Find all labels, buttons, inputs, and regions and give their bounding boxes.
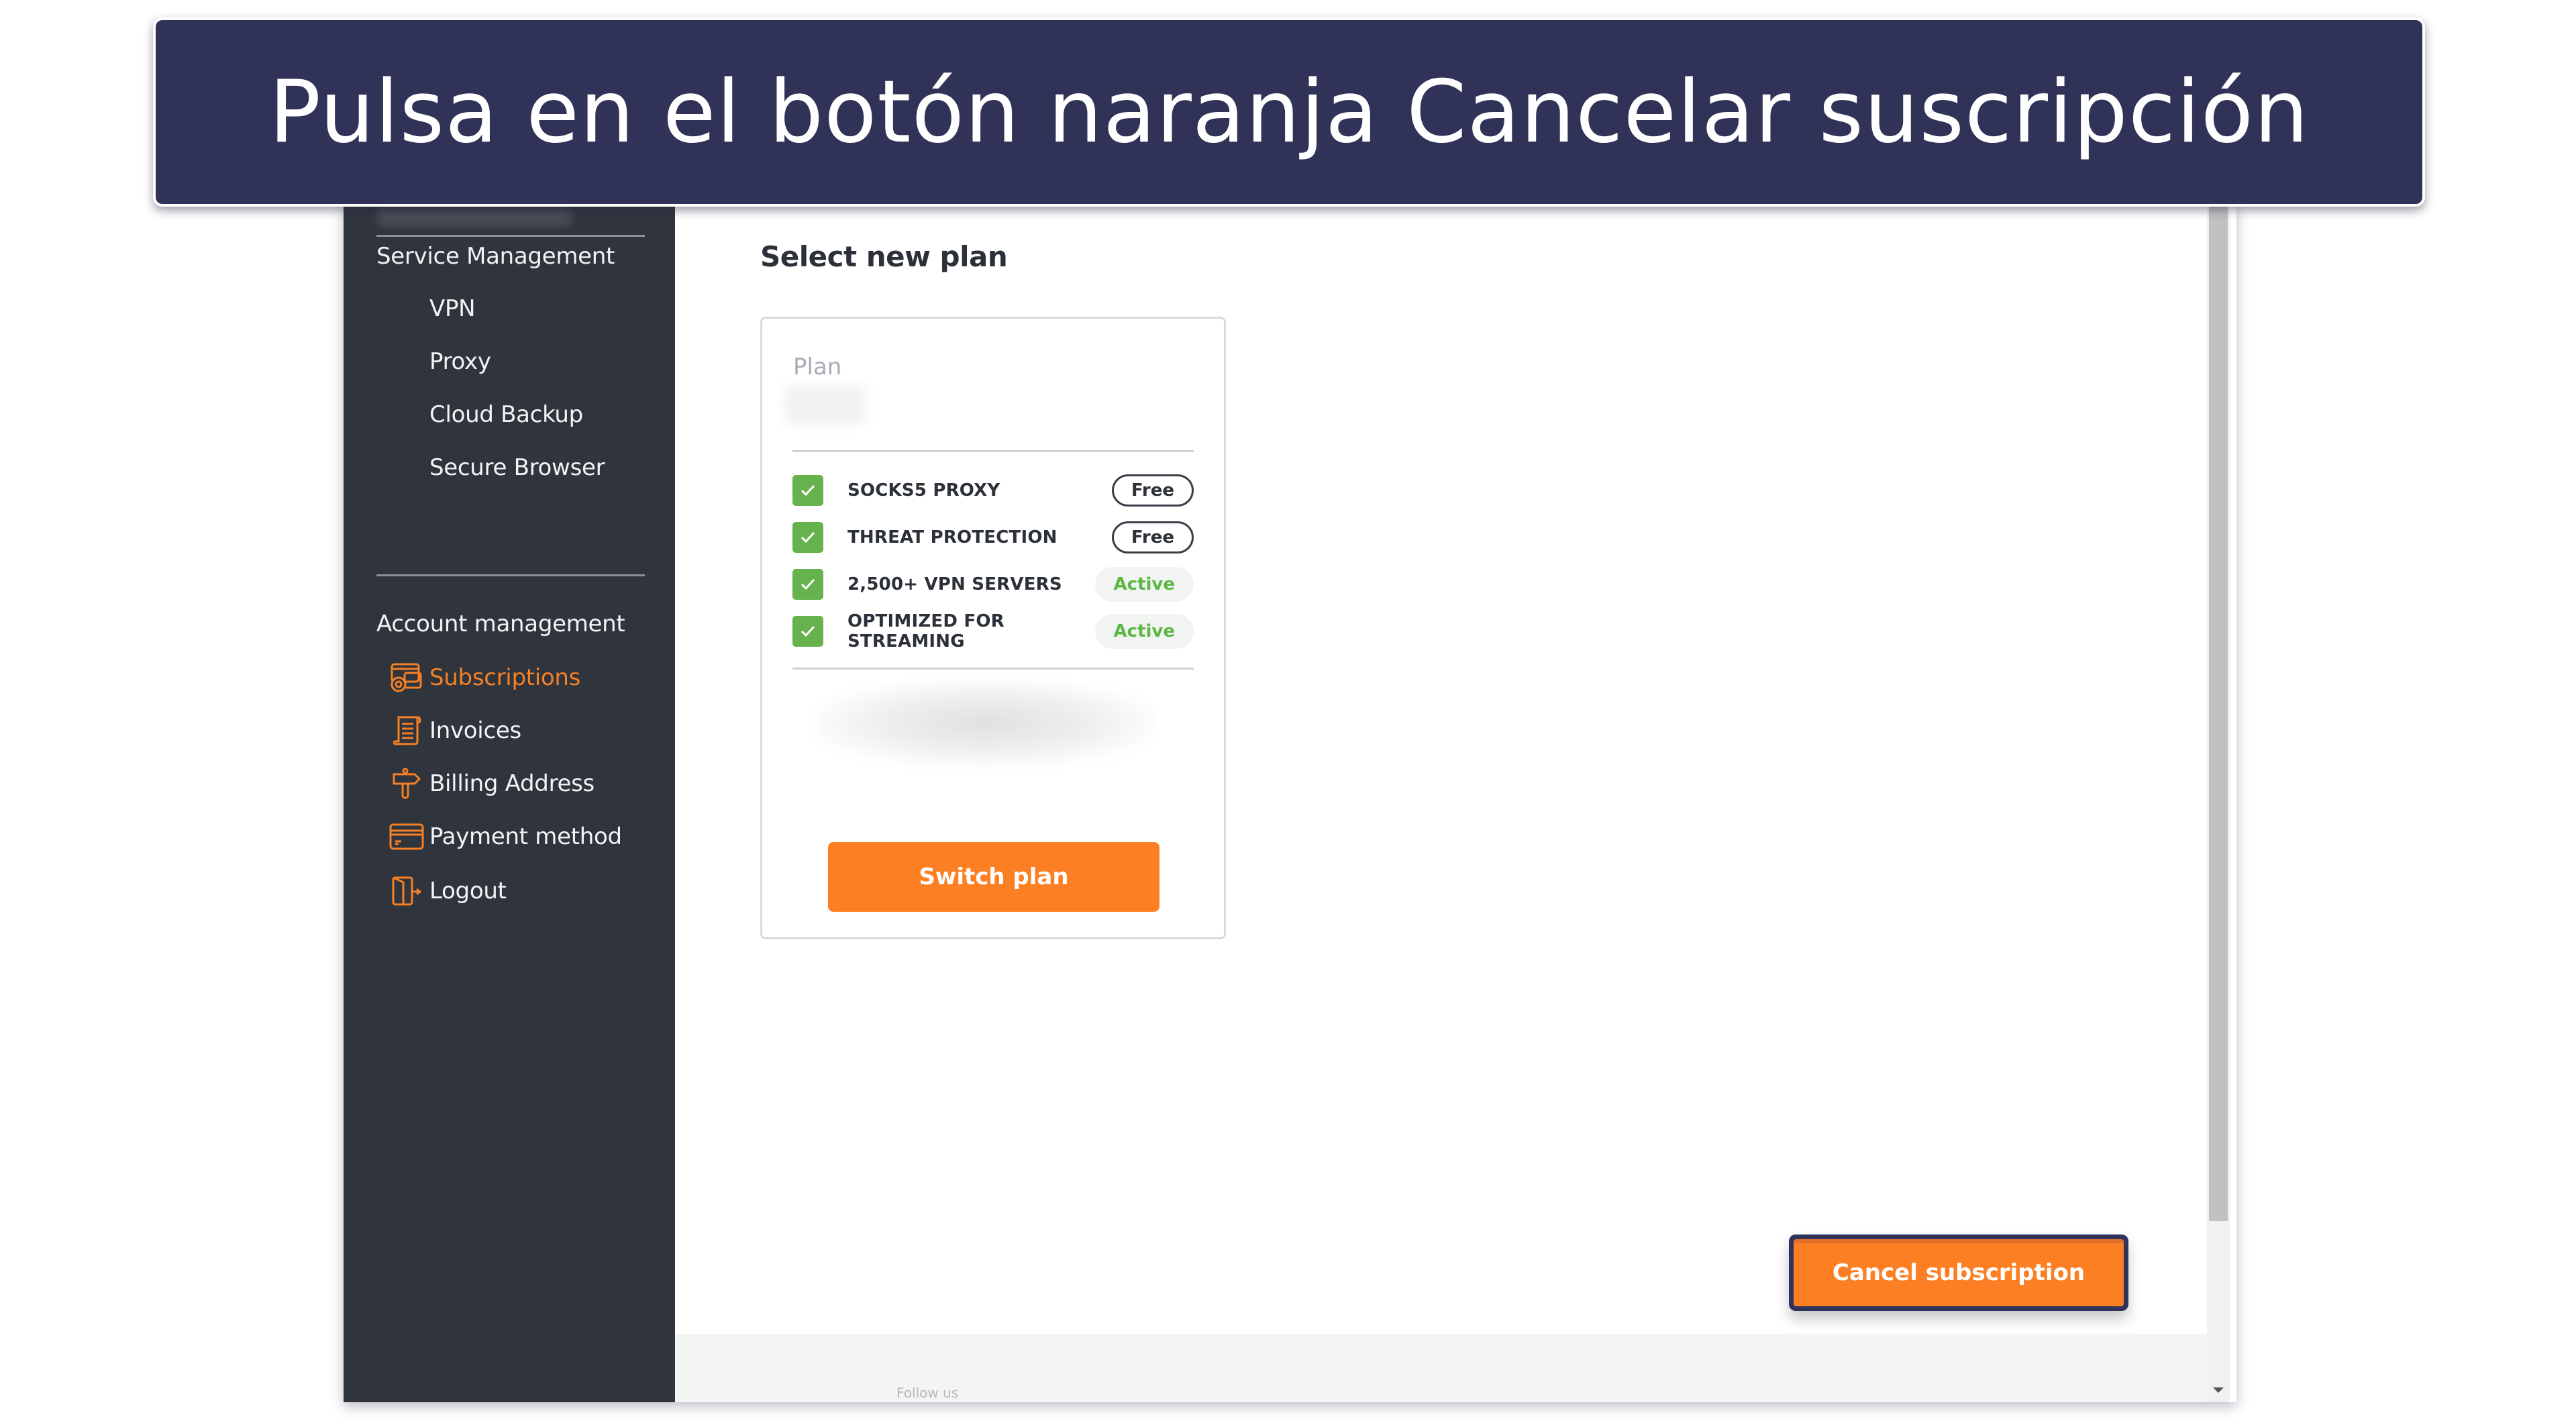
checkmark-icon [792,616,823,647]
feature-row: SOCKS5 PROXY Free [792,472,1194,509]
instruction-banner: Pulsa en el botón naranja Cancelar suscr… [153,17,2425,207]
cancel-subscription-highlight: Cancel subscription [1789,1234,2128,1311]
sidebar: Service Management VPN Proxy Cloud Backu… [344,201,675,1402]
plan-label: Plan [793,354,842,380]
subscriptions-icon [388,659,425,696]
feature-row: OPTIMIZED FOR STREAMING Active [792,611,1194,651]
checkmark-icon [792,522,823,553]
active-badge: Active [1094,614,1194,649]
signpost-icon [388,765,425,802]
sidebar-item-invoices[interactable]: Invoices [388,710,521,751]
service-management-heading: Service Management [376,243,615,270]
instruction-text: Pulsa en el botón naranja Cancelar suscr… [268,62,2310,162]
free-badge: Free [1111,474,1194,507]
cancel-subscription-button[interactable]: Cancel subscription [1794,1239,2124,1306]
sidebar-item-billing-address[interactable]: Billing Address [388,764,595,804]
sidebar-item-label: Payment method [429,823,622,850]
blurred-price [817,681,1153,766]
sidebar-divider [376,574,645,576]
checkmark-icon [792,475,823,506]
plan-card: Plan SOCKS5 PROXY Free THREAT PROTECTION… [760,317,1226,939]
invoice-scroll-icon [388,712,425,749]
feature-name: THREAT PROTECTION [847,527,1058,547]
scrollbar-thumb[interactable] [2209,201,2228,1221]
free-badge: Free [1111,521,1194,554]
vertical-scrollbar[interactable] [2207,201,2230,1402]
account-management-heading: Account management [376,611,625,637]
sidebar-divider [376,235,645,237]
credit-card-icon [388,818,425,855]
blurred-plan-name [785,386,866,423]
sidebar-item-label: Subscriptions [429,664,581,691]
page-title: Select new plan [760,240,1008,273]
sidebar-item-label: Billing Address [429,770,595,797]
sidebar-item-proxy[interactable]: Proxy [429,348,491,375]
main-content: Select new plan Plan SOCKS5 PROXY Free T… [675,201,2236,1402]
sidebar-item-label: Invoices [429,717,521,744]
card-divider [792,450,1194,452]
blurred-account-name [377,208,572,227]
page-footer: Follow us [675,1334,2210,1402]
feature-name: 2,500+ VPN SERVERS [847,574,1062,594]
feature-name: OPTIMIZED FOR STREAMING [847,611,1004,651]
sidebar-item-label: Logout [429,878,507,904]
sidebar-item-subscriptions[interactable]: Subscriptions [388,657,580,698]
active-badge: Active [1094,567,1194,602]
checkmark-icon [792,569,823,600]
logout-door-icon [388,872,425,910]
scroll-down-arrow-icon[interactable] [2213,1387,2224,1393]
feature-row: 2,500+ VPN SERVERS Active [792,566,1194,603]
card-divider [792,668,1194,670]
sidebar-item-vpn[interactable]: VPN [429,295,476,322]
sidebar-item-secure-browser[interactable]: Secure Browser [429,454,605,481]
sidebar-item-payment-method[interactable]: Payment method [388,817,622,857]
feature-name: SOCKS5 PROXY [847,480,1000,501]
feature-row: THREAT PROTECTION Free [792,519,1194,556]
footer-text: Follow us [896,1385,959,1401]
switch-plan-button[interactable]: Switch plan [828,842,1160,912]
sidebar-item-logout[interactable]: Logout [388,871,507,911]
sidebar-item-cloud-backup[interactable]: Cloud Backup [429,401,583,428]
browser-viewport: Service Management VPN Proxy Cloud Backu… [344,201,2236,1402]
